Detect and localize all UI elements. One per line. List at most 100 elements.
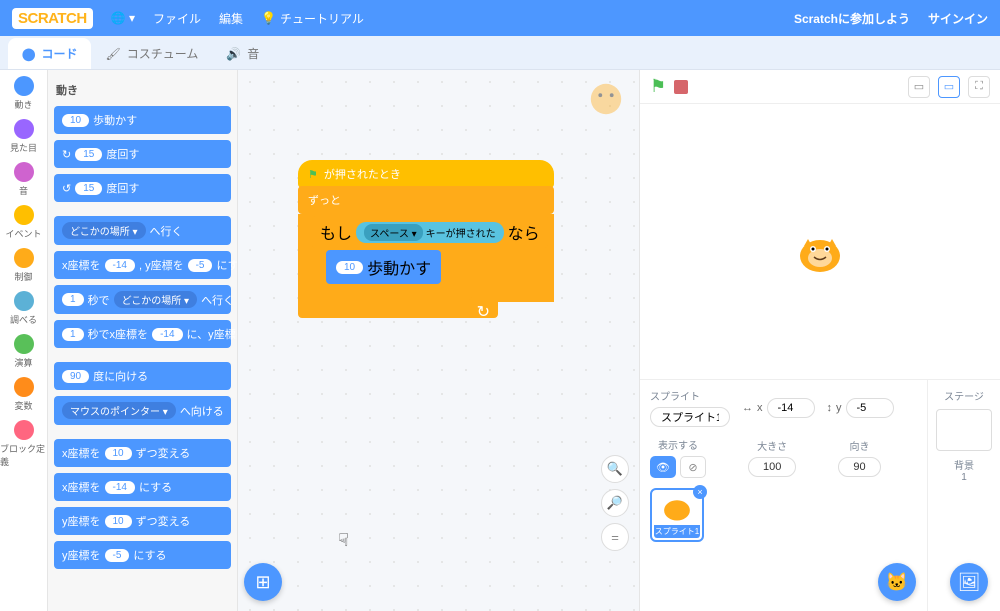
script-stack[interactable]: ⚑が押されたとき ずっと もし スペース ▾キーが押された なら 10歩動かす … <box>298 160 554 318</box>
pill-val: -14 <box>105 259 135 272</box>
block-change-y[interactable]: y座標を10ずつ変える <box>54 507 231 535</box>
cond-text: キーが押された <box>426 225 496 240</box>
pill-val: 15 <box>75 148 102 161</box>
signin-link[interactable]: サインイン <box>928 10 988 27</box>
stop-button[interactable] <box>674 80 688 94</box>
category-dot-icon <box>14 205 34 225</box>
category-label: イベント <box>5 227 41 240</box>
small-stage-button[interactable]: ▭ <box>908 76 930 98</box>
size-input[interactable]: 100 <box>748 457 796 477</box>
category-label: ブロック定義 <box>0 442 47 468</box>
language-menu[interactable]: 🌐 ▾ <box>111 11 135 25</box>
tab-costumes-label: コスチューム <box>127 45 199 62</box>
file-menu[interactable]: ファイル <box>153 10 201 27</box>
zoom-out-button[interactable]: 🔎 <box>601 489 629 517</box>
dropdown[interactable]: どこかの場所 ▾ <box>114 291 198 308</box>
block-text: x座標を <box>62 445 101 461</box>
category-control[interactable]: 制御 <box>0 248 47 283</box>
block-move-steps[interactable]: 10歩動かす <box>54 106 231 134</box>
block-text: に、y座標を <box>187 326 238 342</box>
block-point-towards[interactable]: マウスのポインター ▾へ向ける <box>54 396 231 425</box>
pill-val: 1 <box>62 328 84 341</box>
category-dot-icon <box>14 334 34 354</box>
size-label: 大きさ <box>757 438 787 453</box>
block-set-y[interactable]: y座標を-5にする <box>54 541 231 569</box>
block-goto[interactable]: どこかの場所 ▾へ行く <box>54 216 231 245</box>
tab-costumes[interactable]: 🖌 コスチューム <box>91 38 212 69</box>
category-operators[interactable]: 演算 <box>0 334 47 369</box>
add-sprite-button[interactable]: 🐱 <box>878 563 916 601</box>
workspace[interactable]: ⚑が押されたとき ずっと もし スペース ▾キーが押された なら 10歩動かす … <box>238 70 640 611</box>
sprite-y-input[interactable] <box>846 398 894 418</box>
category-dot-icon <box>14 420 34 440</box>
if-label: もし <box>320 220 352 244</box>
tab-sounds[interactable]: 🔊 音 <box>212 38 273 69</box>
delete-sprite-icon[interactable]: × <box>693 485 707 499</box>
sprite-name-input[interactable] <box>650 407 730 427</box>
extension-button[interactable]: ⊞ <box>244 563 282 601</box>
sprite-title-label: スプライト <box>650 388 730 403</box>
inner-move-block[interactable]: 10歩動かす <box>326 250 441 284</box>
category-label: 制御 <box>14 270 32 283</box>
block-text: にする <box>133 547 166 563</box>
tutorials-menu[interactable]: 💡 チュートリアル <box>261 10 364 27</box>
join-link[interactable]: Scratchに参加しよう <box>794 10 910 27</box>
block-text: へ行く <box>201 292 234 308</box>
sprite-thumbnail[interactable]: × スプライト1 <box>650 488 704 542</box>
category-column: 動き見た目音イベント制御調べる演算変数ブロック定義 <box>0 70 48 611</box>
category-sensing[interactable]: 調べる <box>0 291 47 326</box>
hat-when-flag-clicked[interactable]: ⚑が押されたとき <box>298 160 554 188</box>
block-text: ずつ変える <box>136 445 191 461</box>
edit-menu[interactable]: 編集 <box>219 10 243 27</box>
category-sound[interactable]: 音 <box>0 162 47 197</box>
block-set-x[interactable]: x座標を-14にする <box>54 473 231 501</box>
dropdown[interactable]: どこかの場所 ▾ <box>62 222 146 239</box>
stage[interactable] <box>640 104 1000 380</box>
sprite-on-stage[interactable] <box>790 224 850 284</box>
tab-sounds-label: 音 <box>247 45 259 62</box>
block-turn-ccw[interactable]: ↺ 15度回す <box>54 174 231 202</box>
green-flag-button[interactable]: ⚑ <box>650 76 666 97</box>
x-label: x <box>757 402 763 414</box>
sprite-x-input[interactable] <box>767 398 815 418</box>
category-looks[interactable]: 見た目 <box>0 119 47 154</box>
block-goto-xy[interactable]: x座標を-14, y座標を-5にする <box>54 251 231 279</box>
forever-block[interactable]: ずっと <box>298 186 554 214</box>
block-text: 度に向ける <box>93 368 148 384</box>
zoom-reset-button[interactable]: = <box>601 523 629 551</box>
key-pressed-condition[interactable]: スペース ▾キーが押された <box>356 222 504 243</box>
stage-thumbnail[interactable] <box>936 409 992 451</box>
hide-button[interactable]: ⊘ <box>680 456 706 478</box>
tab-code[interactable]: ⬤コード <box>8 38 91 69</box>
zoom-in-button[interactable]: 🔍 <box>601 455 629 483</box>
category-label: 変数 <box>14 399 32 412</box>
category-dot-icon <box>14 162 34 182</box>
block-text: 度回す <box>106 146 139 162</box>
show-button[interactable]: 👁 <box>650 456 676 478</box>
block-text: 歩動かす <box>367 255 431 279</box>
direction-input[interactable]: 90 <box>838 457 880 477</box>
category-variables[interactable]: 変数 <box>0 377 47 412</box>
category-label: 音 <box>19 184 28 197</box>
category-myblocks[interactable]: ブロック定義 <box>0 420 47 468</box>
fullscreen-button[interactable]: ⛶ <box>968 76 990 98</box>
forever-foot: ↻ <box>298 302 498 318</box>
key-dropdown[interactable]: スペース ▾ <box>364 224 423 241</box>
large-stage-button[interactable]: ▭ <box>938 76 960 98</box>
if-block[interactable]: もし スペース ▾キーが押された なら <box>312 216 548 248</box>
category-motion[interactable]: 動き <box>0 76 47 111</box>
block-turn-cw[interactable]: ↻ 15度回す <box>54 140 231 168</box>
scratch-logo[interactable]: SCRATCH <box>12 8 93 29</box>
category-events[interactable]: イベント <box>0 205 47 240</box>
show-label: 表示する <box>658 437 698 452</box>
block-text: 歩動かす <box>93 112 137 128</box>
blocks-palette[interactable]: 動き 10歩動かす ↻ 15度回す ↺ 15度回す どこかの場所 ▾へ行く x座… <box>48 70 238 611</box>
block-glide-xy[interactable]: 1秒でx座標を-14に、y座標を <box>54 320 231 348</box>
dropdown[interactable]: マウスのポインター ▾ <box>62 402 176 419</box>
block-change-x[interactable]: x座標を10ずつ変える <box>54 439 231 467</box>
add-backdrop-button[interactable]: 🖼 <box>950 563 988 601</box>
block-glide[interactable]: 1秒でどこかの場所 ▾へ行く <box>54 285 231 314</box>
category-label: 見た目 <box>10 141 37 154</box>
block-point-dir[interactable]: 90度に向ける <box>54 362 231 390</box>
pill-val: 1 <box>62 293 84 306</box>
